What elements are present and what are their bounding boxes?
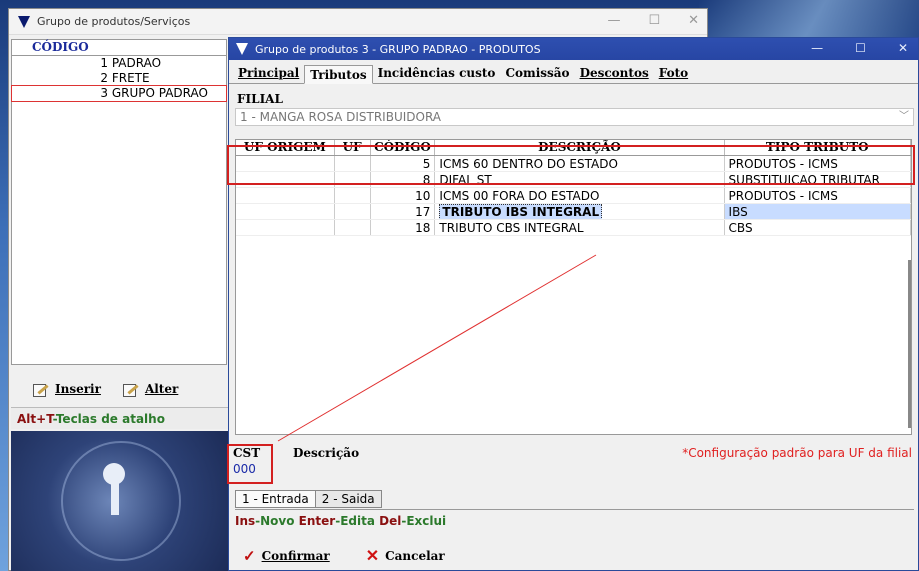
tab-tributos[interactable]: Tributos <box>304 65 373 84</box>
title-bar: Grupo de produtos 3 - GRUPO PADRAO - PRO… <box>229 38 918 60</box>
close-icon[interactable]: ✕ <box>898 41 908 55</box>
list-header[interactable]: CÓDIGO <box>12 40 226 56</box>
confirm-button[interactable]: ✓ Confirmar <box>243 546 330 565</box>
filial-label: FILIAL <box>237 92 283 106</box>
maximize-icon[interactable]: ☐ <box>855 41 866 55</box>
table-row[interactable]: 10 ICMS 00 FORA DO ESTADO PRODUTOS - ICMS <box>236 188 911 204</box>
table-row[interactable]: 18 TRIBUTO CBS INTEGRAL CBS <box>236 220 911 236</box>
cancel-button[interactable]: ✕ Cancelar <box>366 546 445 565</box>
minimize-icon[interactable]: — <box>811 41 823 55</box>
bg-title-bar: Grupo de produtos/Serviços — ☐ ✕ <box>9 9 707 35</box>
tab-principal[interactable]: Principal <box>233 64 304 83</box>
tab-saida[interactable]: 2 - Saida <box>315 490 382 508</box>
app-logo-icon <box>235 42 249 56</box>
window-title: Grupo de produtos 3 - GRUPO PADRAO - PRO… <box>255 42 541 56</box>
tab-comissao[interactable]: Comissão <box>500 64 574 83</box>
minimize-icon[interactable]: — <box>607 13 620 28</box>
descricao-label: Descrição <box>293 446 360 460</box>
list-item[interactable]: 2 FRETE <box>12 71 226 86</box>
group-list[interactable]: CÓDIGO 1 PADRAO 2 FRETE 3 GRUPO PADRAO <box>11 39 227 365</box>
maximize-icon[interactable]: ☐ <box>648 13 660 28</box>
close-icon[interactable]: ✕ <box>688 13 699 28</box>
insert-button[interactable]: Inserir <box>31 382 101 397</box>
x-icon: ✕ <box>365 546 380 565</box>
config-note: *Configuração padrão para UF da filial <box>682 446 912 460</box>
alter-button[interactable]: Alter <box>121 382 178 397</box>
bg-window-title: Grupo de produtos/Serviços <box>37 15 191 28</box>
tab-entrada[interactable]: 1 - Entrada <box>235 490 316 508</box>
keyboard-hint: Ins-Novo Enter-Edita Del-Exclui <box>235 514 447 528</box>
edit-icon <box>121 382 139 397</box>
subtab-bar: 1 - Entrada 2 - Saida <box>235 490 382 508</box>
tab-descontos[interactable]: Descontos <box>575 64 654 83</box>
shortcut-hint: Alt+T-Teclas de atalho <box>11 407 233 429</box>
list-item[interactable]: 1 PADRAO <box>12 56 226 71</box>
check-icon: ✓ <box>243 546 256 565</box>
chevron-down-icon[interactable]: ﹀ <box>899 109 909 125</box>
robot-artwork <box>11 431 233 571</box>
tab-incidencias[interactable]: Incidências custo <box>373 64 501 83</box>
table-row-selected[interactable]: 17 TRIBUTO IBS INTEGRAL IBS <box>236 204 911 220</box>
cst-value[interactable]: 000 <box>233 462 256 476</box>
tab-bar: Principal Tributos Incidências custo Com… <box>229 62 918 84</box>
group-detail-window: Grupo de produtos 3 - GRUPO PADRAO - PRO… <box>227 37 919 571</box>
cst-panel: CST 000 Descrição *Configuração padrão p… <box>227 442 914 486</box>
highlight-box <box>227 145 915 185</box>
cst-label: CST <box>233 446 261 460</box>
list-item-selected[interactable]: 3 GRUPO PADRAO <box>11 85 227 102</box>
filial-select[interactable]: 1 - MANGA ROSA DISTRIBUIDORA ﹀ <box>235 108 914 126</box>
scrollbar[interactable] <box>908 260 911 428</box>
tab-foto[interactable]: Foto <box>654 64 693 83</box>
edit-icon <box>31 382 49 397</box>
app-logo-icon <box>17 15 31 29</box>
